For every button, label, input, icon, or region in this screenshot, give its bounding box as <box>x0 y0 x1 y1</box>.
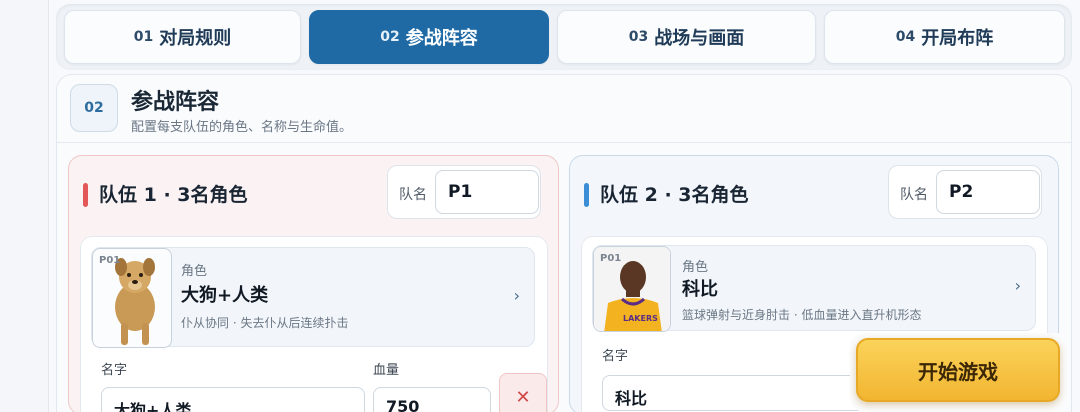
team-1-card: 队伍 1 · 3名角色 队名 P1 P01 角色 大狗+人类 仆从协同 · 失去… <box>68 155 559 412</box>
team-name-input[interactable]: P2 <box>936 170 1040 214</box>
slot-label: P01 <box>600 253 622 264</box>
character-name-input[interactable]: 大狗+人类 <box>101 387 365 412</box>
team-name-group: 队名 P2 <box>888 165 1042 219</box>
section-number-badge: 02 <box>70 84 118 132</box>
character-portrait: P01 <box>92 248 172 348</box>
role-description: 仆从协同 · 失去仆从后连续扑击 <box>181 316 349 330</box>
svg-text:LAKERS: LAKERS <box>623 314 658 323</box>
name-field-label: 名字 <box>101 363 128 378</box>
team-color-bar <box>83 183 88 207</box>
tab-number: 02 <box>380 29 400 45</box>
character-select-card[interactable]: P01 角色 大狗+人类 仆从协同 · 失去仆从后连续扑击 › <box>91 247 535 348</box>
chevron-right-icon: › <box>1014 276 1021 295</box>
team-name-label: 队名 <box>399 187 427 203</box>
role-description: 篮球弹射与近身肘击 · 低血量进入直升机形态 <box>682 308 922 322</box>
section-title: 参战阵容 <box>131 90 220 115</box>
start-game-button[interactable]: 开始游戏 <box>856 338 1060 402</box>
name-field-label: 名字 <box>602 349 629 364</box>
delete-character-button[interactable]: ✕ <box>499 373 547 412</box>
team-title: 队伍 2 · 3名角色 <box>600 184 749 206</box>
hp-field-label: 血量 <box>373 363 400 378</box>
tab-number: 03 <box>628 29 649 45</box>
left-gutter <box>0 0 50 412</box>
chevron-right-icon: › <box>513 286 520 305</box>
team-title: 队伍 1 · 3名角色 <box>99 184 248 206</box>
tab-label: 对局规则 <box>159 28 232 49</box>
role-name: 大狗+人类 <box>181 285 269 306</box>
team-name-input[interactable]: P1 <box>435 170 539 214</box>
role-name: 科比 <box>682 279 718 300</box>
divider <box>56 142 1072 143</box>
tab-label: 参战阵容 <box>405 28 478 49</box>
tab-battlefield[interactable]: 03 战场与画面 <box>557 10 816 64</box>
tab-number: 01 <box>133 29 154 45</box>
tab-rules[interactable]: 01 对局规则 <box>64 10 301 64</box>
close-icon: ✕ <box>515 386 531 408</box>
team-name-label: 队名 <box>900 187 928 203</box>
tab-number: 04 <box>895 29 916 45</box>
role-label: 角色 <box>682 260 709 275</box>
tab-formation[interactable]: 04 开局布阵 <box>824 10 1065 64</box>
team-color-bar <box>584 183 589 207</box>
character-portrait: LAKERS P01 <box>593 246 671 332</box>
tab-label: 开局布阵 <box>921 28 994 49</box>
slot-label: P01 <box>99 255 121 266</box>
character-select-card[interactable]: LAKERS P01 角色 科比 篮球弹射与近身肘击 · 低血量进入直升机形态 … <box>592 245 1036 332</box>
role-label: 角色 <box>181 264 208 279</box>
team-name-group: 队名 P1 <box>387 165 541 219</box>
roster-list: P01 角色 大狗+人类 仆从协同 · 失去仆从后连续扑击 › 名字 大狗+人类… <box>80 236 548 412</box>
tab-lineup[interactable]: 02 参战阵容 <box>309 10 549 64</box>
tab-label: 战场与画面 <box>654 28 745 49</box>
step-tabs: 01 对局规则 02 参战阵容 03 战场与画面 04 开局布阵 <box>56 4 1072 70</box>
section-subtitle: 配置每支队伍的角色、名称与生命值。 <box>131 120 353 135</box>
character-name-input[interactable]: 科比 <box>602 375 866 411</box>
hp-input[interactable]: 750 <box>373 387 491 412</box>
